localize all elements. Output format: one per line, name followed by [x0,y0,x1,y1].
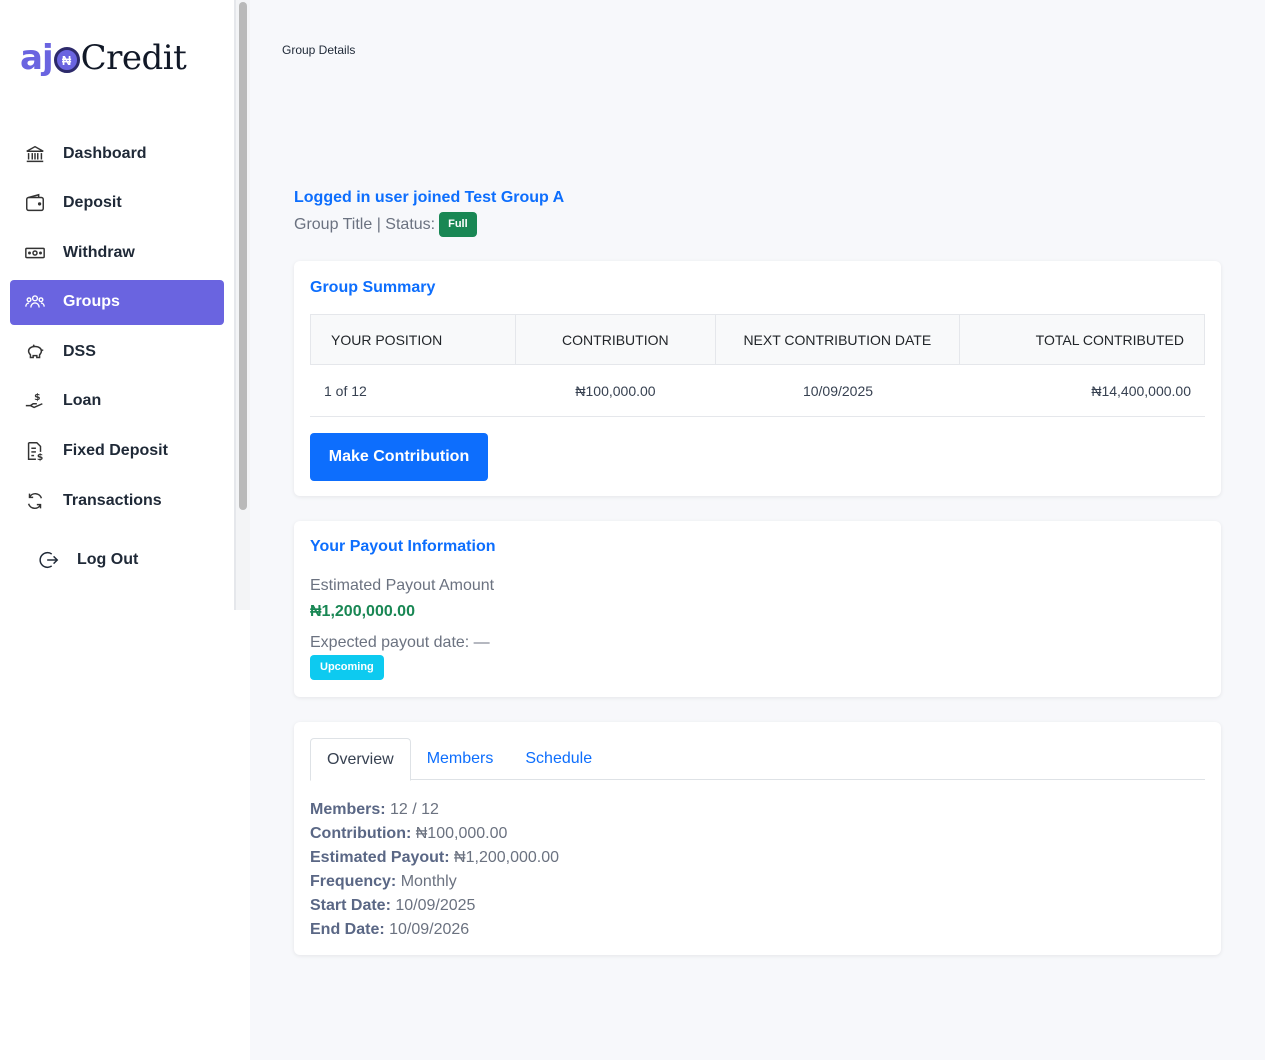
payout-amount-label: Estimated Payout Amount [310,577,495,594]
refresh-icon [23,489,47,513]
card-title: Your Payout Information [310,538,496,555]
info-value: 10/09/2026 [384,921,470,938]
cash-icon [23,241,47,265]
logout-icon [38,549,60,571]
wallet-icon [23,191,47,215]
sidebar: aj ₦ Credit Dashboard Deposit Withdraw G… [0,0,250,1060]
card-title: Group Summary [310,279,436,296]
table-cell: ₦14,400,000.00 [1091,382,1191,399]
info-value: Monthly [396,873,457,890]
naira-coin-icon: ₦ [53,47,80,73]
sidebar-item-loan[interactable]: $ Loan [10,379,224,424]
summary-table: YOUR POSITION CONTRIBUTION NEXT CONTRIBU… [310,314,1205,417]
bank-icon [23,142,47,166]
overview-info: Members: 12 / 12 Contribution: ₦100,000.… [310,798,559,942]
table-row: 1 of 12 ₦100,000.00 10/09/2025 ₦14,400,0… [310,365,1205,417]
info-label: Members: [310,801,386,818]
info-value: ₦1,200,000.00 [449,849,560,866]
info-frequency: Frequency: Monthly [310,870,559,894]
info-estimated-payout: Estimated Payout: ₦1,200,000.00 [310,846,559,870]
column-header: CONTRIBUTION [516,315,717,364]
sidebar-item-withdraw[interactable]: Withdraw [10,230,224,275]
payout-info-card: Your Payout Information Estimated Payout… [294,521,1221,697]
sidebar-item-label: Groups [63,293,120,311]
sidebar-nav: Dashboard Deposit Withdraw Groups DSS $ … [10,131,224,528]
group-summary-card: Group Summary YOUR POSITION CONTRIBUTION… [294,261,1221,496]
column-header: TOTAL CONTRIBUTED [1035,331,1184,348]
sidebar-item-label: Withdraw [63,243,135,261]
document-dollar-icon: $ [23,439,47,463]
svg-text:$: $ [37,452,43,462]
info-label: Start Date: [310,897,391,914]
info-start-date: Start Date: 10/09/2025 [310,894,559,918]
column-header: YOUR POSITION [311,315,516,364]
sidebar-item-label: Deposit [63,194,122,212]
sidebar-item-fixed-deposit[interactable]: $ Fixed Deposit [10,429,224,474]
tab-overview[interactable]: Overview [310,738,411,781]
info-members: Members: 12 / 12 [310,798,559,822]
sidebar-scrollbar-thumb[interactable] [239,2,247,510]
payout-status-badge: Upcoming [310,655,384,680]
hand-coin-icon: $ [23,389,47,413]
info-value: 12 / 12 [385,801,439,818]
payout-date: Expected payout date: — [310,634,490,651]
sidebar-item-label: Transactions [63,491,162,509]
breadcrumb: Group Details [282,43,356,57]
piggy-bank-icon [23,340,47,364]
table-cell: 1 of 12 [324,382,367,399]
tab-members[interactable]: Members [411,738,510,780]
column-header: NEXT CONTRIBUTION DATE [716,315,960,364]
sidebar-item-dashboard[interactable]: Dashboard [10,131,224,176]
sidebar-item-dss[interactable]: DSS [10,329,224,374]
sidebar-panel: aj ₦ Credit Dashboard Deposit Withdraw G… [0,0,235,610]
logout-label: Log Out [77,551,139,568]
info-label: End Date: [310,921,385,938]
group-subtitle: Group Title | Status: Full [294,212,477,237]
info-label: Estimated Payout: [310,849,450,866]
info-value: 10/09/2025 [390,897,476,914]
sidebar-item-label: Dashboard [63,144,147,162]
group-title: Logged in user joined Test Group A [294,189,565,206]
brand-logo-part1: aj [20,38,54,78]
table-cell: ₦100,000.00 [575,382,656,399]
sidebar-item-deposit[interactable]: Deposit [10,181,224,226]
info-contribution: Contribution: ₦100,000.00 [310,822,559,846]
table-header: YOUR POSITION CONTRIBUTION NEXT CONTRIBU… [310,314,1205,365]
sidebar-item-groups[interactable]: Groups [10,279,224,325]
tab-schedule[interactable]: Schedule [509,738,608,780]
sidebar-scrollbar[interactable] [235,0,250,610]
sidebar-item-label: Fixed Deposit [63,442,168,460]
logout-button[interactable]: Log Out [38,549,138,571]
table-cell: 10/09/2025 [802,382,874,399]
info-end-date: End Date: 10/09/2026 [310,918,559,942]
sidebar-item-transactions[interactable]: Transactions [10,478,224,523]
sidebar-item-label: Loan [63,392,102,410]
sidebar-item-label: DSS [63,342,96,360]
tab-bar: Overview Members Schedule [310,738,1205,781]
group-subtitle-label: Group Title | Status: [294,215,436,233]
info-label: Frequency: [310,873,397,890]
make-contribution-button[interactable]: Make Contribution [310,433,488,481]
status-badge: Full [439,212,477,237]
payout-amount: ₦1,200,000.00 [310,603,415,620]
group-details-card: Overview Members Schedule Members: 12 / … [294,722,1221,955]
info-value: ₦100,000.00 [411,825,508,842]
brand-logo[interactable]: aj ₦ Credit [20,36,187,80]
info-label: Contribution: [310,825,412,842]
svg-text:$: $ [34,393,40,404]
people-icon [23,290,47,314]
brand-logo-part2: Credit [80,38,187,78]
